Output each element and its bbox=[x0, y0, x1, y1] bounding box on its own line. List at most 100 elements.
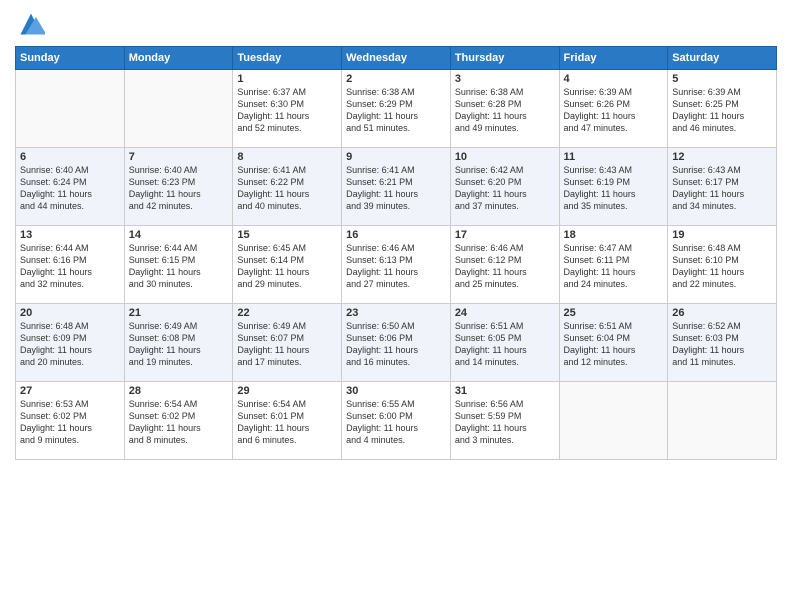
calendar-cell: 5Sunrise: 6:39 AM Sunset: 6:25 PM Daylig… bbox=[668, 70, 777, 148]
calendar-cell: 6Sunrise: 6:40 AM Sunset: 6:24 PM Daylig… bbox=[16, 148, 125, 226]
calendar-cell: 10Sunrise: 6:42 AM Sunset: 6:20 PM Dayli… bbox=[450, 148, 559, 226]
calendar-cell: 19Sunrise: 6:48 AM Sunset: 6:10 PM Dayli… bbox=[668, 226, 777, 304]
calendar-cell: 3Sunrise: 6:38 AM Sunset: 6:28 PM Daylig… bbox=[450, 70, 559, 148]
day-number: 11 bbox=[564, 151, 664, 163]
calendar-cell: 28Sunrise: 6:54 AM Sunset: 6:02 PM Dayli… bbox=[124, 382, 233, 460]
header bbox=[15, 10, 777, 38]
day-number: 10 bbox=[455, 151, 555, 163]
day-number: 6 bbox=[20, 151, 120, 163]
day-number: 5 bbox=[672, 73, 772, 85]
day-number: 12 bbox=[672, 151, 772, 163]
day-info: Sunrise: 6:44 AM Sunset: 6:16 PM Dayligh… bbox=[20, 242, 120, 291]
day-info: Sunrise: 6:52 AM Sunset: 6:03 PM Dayligh… bbox=[672, 320, 772, 369]
day-number: 19 bbox=[672, 229, 772, 241]
day-info: Sunrise: 6:46 AM Sunset: 6:13 PM Dayligh… bbox=[346, 242, 446, 291]
calendar-cell: 9Sunrise: 6:41 AM Sunset: 6:21 PM Daylig… bbox=[342, 148, 451, 226]
calendar-cell: 16Sunrise: 6:46 AM Sunset: 6:13 PM Dayli… bbox=[342, 226, 451, 304]
day-header-wednesday: Wednesday bbox=[342, 47, 451, 70]
day-info: Sunrise: 6:45 AM Sunset: 6:14 PM Dayligh… bbox=[237, 242, 337, 291]
day-number: 8 bbox=[237, 151, 337, 163]
calendar-cell: 11Sunrise: 6:43 AM Sunset: 6:19 PM Dayli… bbox=[559, 148, 668, 226]
day-number: 16 bbox=[346, 229, 446, 241]
day-info: Sunrise: 6:56 AM Sunset: 5:59 PM Dayligh… bbox=[455, 398, 555, 447]
day-info: Sunrise: 6:37 AM Sunset: 6:30 PM Dayligh… bbox=[237, 86, 337, 135]
day-number: 3 bbox=[455, 73, 555, 85]
day-number: 20 bbox=[20, 307, 120, 319]
day-number: 7 bbox=[129, 151, 229, 163]
calendar-cell: 21Sunrise: 6:49 AM Sunset: 6:08 PM Dayli… bbox=[124, 304, 233, 382]
day-info: Sunrise: 6:39 AM Sunset: 6:26 PM Dayligh… bbox=[564, 86, 664, 135]
calendar-week-3: 13Sunrise: 6:44 AM Sunset: 6:16 PM Dayli… bbox=[16, 226, 777, 304]
day-number: 2 bbox=[346, 73, 446, 85]
day-info: Sunrise: 6:38 AM Sunset: 6:29 PM Dayligh… bbox=[346, 86, 446, 135]
calendar-week-5: 27Sunrise: 6:53 AM Sunset: 6:02 PM Dayli… bbox=[16, 382, 777, 460]
day-info: Sunrise: 6:49 AM Sunset: 6:07 PM Dayligh… bbox=[237, 320, 337, 369]
day-info: Sunrise: 6:51 AM Sunset: 6:05 PM Dayligh… bbox=[455, 320, 555, 369]
day-number: 27 bbox=[20, 385, 120, 397]
calendar-cell: 22Sunrise: 6:49 AM Sunset: 6:07 PM Dayli… bbox=[233, 304, 342, 382]
day-info: Sunrise: 6:38 AM Sunset: 6:28 PM Dayligh… bbox=[455, 86, 555, 135]
day-header-monday: Monday bbox=[124, 47, 233, 70]
day-info: Sunrise: 6:49 AM Sunset: 6:08 PM Dayligh… bbox=[129, 320, 229, 369]
logo bbox=[15, 10, 45, 38]
calendar-week-1: 1Sunrise: 6:37 AM Sunset: 6:30 PM Daylig… bbox=[16, 70, 777, 148]
calendar-cell: 12Sunrise: 6:43 AM Sunset: 6:17 PM Dayli… bbox=[668, 148, 777, 226]
calendar-cell: 15Sunrise: 6:45 AM Sunset: 6:14 PM Dayli… bbox=[233, 226, 342, 304]
calendar-cell: 2Sunrise: 6:38 AM Sunset: 6:29 PM Daylig… bbox=[342, 70, 451, 148]
calendar-cell: 14Sunrise: 6:44 AM Sunset: 6:15 PM Dayli… bbox=[124, 226, 233, 304]
day-number: 15 bbox=[237, 229, 337, 241]
day-number: 28 bbox=[129, 385, 229, 397]
day-number: 13 bbox=[20, 229, 120, 241]
calendar-cell: 29Sunrise: 6:54 AM Sunset: 6:01 PM Dayli… bbox=[233, 382, 342, 460]
calendar-cell: 23Sunrise: 6:50 AM Sunset: 6:06 PM Dayli… bbox=[342, 304, 451, 382]
calendar-week-2: 6Sunrise: 6:40 AM Sunset: 6:24 PM Daylig… bbox=[16, 148, 777, 226]
day-number: 22 bbox=[237, 307, 337, 319]
day-info: Sunrise: 6:44 AM Sunset: 6:15 PM Dayligh… bbox=[129, 242, 229, 291]
calendar-cell bbox=[559, 382, 668, 460]
day-number: 26 bbox=[672, 307, 772, 319]
calendar-cell: 18Sunrise: 6:47 AM Sunset: 6:11 PM Dayli… bbox=[559, 226, 668, 304]
page: SundayMondayTuesdayWednesdayThursdayFrid… bbox=[0, 0, 792, 612]
calendar-cell: 8Sunrise: 6:41 AM Sunset: 6:22 PM Daylig… bbox=[233, 148, 342, 226]
day-number: 25 bbox=[564, 307, 664, 319]
day-number: 24 bbox=[455, 307, 555, 319]
calendar-header-row: SundayMondayTuesdayWednesdayThursdayFrid… bbox=[16, 47, 777, 70]
calendar-cell: 17Sunrise: 6:46 AM Sunset: 6:12 PM Dayli… bbox=[450, 226, 559, 304]
day-number: 29 bbox=[237, 385, 337, 397]
calendar-cell bbox=[124, 70, 233, 148]
day-header-thursday: Thursday bbox=[450, 47, 559, 70]
calendar-cell: 7Sunrise: 6:40 AM Sunset: 6:23 PM Daylig… bbox=[124, 148, 233, 226]
calendar-cell: 1Sunrise: 6:37 AM Sunset: 6:30 PM Daylig… bbox=[233, 70, 342, 148]
day-info: Sunrise: 6:55 AM Sunset: 6:00 PM Dayligh… bbox=[346, 398, 446, 447]
calendar-cell: 20Sunrise: 6:48 AM Sunset: 6:09 PM Dayli… bbox=[16, 304, 125, 382]
calendar-week-4: 20Sunrise: 6:48 AM Sunset: 6:09 PM Dayli… bbox=[16, 304, 777, 382]
calendar-cell: 26Sunrise: 6:52 AM Sunset: 6:03 PM Dayli… bbox=[668, 304, 777, 382]
day-number: 14 bbox=[129, 229, 229, 241]
day-header-friday: Friday bbox=[559, 47, 668, 70]
calendar-cell: 13Sunrise: 6:44 AM Sunset: 6:16 PM Dayli… bbox=[16, 226, 125, 304]
day-info: Sunrise: 6:46 AM Sunset: 6:12 PM Dayligh… bbox=[455, 242, 555, 291]
day-info: Sunrise: 6:48 AM Sunset: 6:09 PM Dayligh… bbox=[20, 320, 120, 369]
day-header-tuesday: Tuesday bbox=[233, 47, 342, 70]
day-number: 4 bbox=[564, 73, 664, 85]
calendar-cell: 31Sunrise: 6:56 AM Sunset: 5:59 PM Dayli… bbox=[450, 382, 559, 460]
day-header-sunday: Sunday bbox=[16, 47, 125, 70]
calendar-cell bbox=[668, 382, 777, 460]
day-info: Sunrise: 6:39 AM Sunset: 6:25 PM Dayligh… bbox=[672, 86, 772, 135]
day-info: Sunrise: 6:48 AM Sunset: 6:10 PM Dayligh… bbox=[672, 242, 772, 291]
day-info: Sunrise: 6:50 AM Sunset: 6:06 PM Dayligh… bbox=[346, 320, 446, 369]
calendar-cell: 24Sunrise: 6:51 AM Sunset: 6:05 PM Dayli… bbox=[450, 304, 559, 382]
day-number: 23 bbox=[346, 307, 446, 319]
logo-icon bbox=[17, 10, 45, 38]
day-info: Sunrise: 6:47 AM Sunset: 6:11 PM Dayligh… bbox=[564, 242, 664, 291]
calendar-cell bbox=[16, 70, 125, 148]
day-number: 30 bbox=[346, 385, 446, 397]
day-info: Sunrise: 6:53 AM Sunset: 6:02 PM Dayligh… bbox=[20, 398, 120, 447]
day-info: Sunrise: 6:51 AM Sunset: 6:04 PM Dayligh… bbox=[564, 320, 664, 369]
calendar-cell: 4Sunrise: 6:39 AM Sunset: 6:26 PM Daylig… bbox=[559, 70, 668, 148]
day-number: 9 bbox=[346, 151, 446, 163]
day-info: Sunrise: 6:42 AM Sunset: 6:20 PM Dayligh… bbox=[455, 164, 555, 213]
day-number: 1 bbox=[237, 73, 337, 85]
day-info: Sunrise: 6:41 AM Sunset: 6:22 PM Dayligh… bbox=[237, 164, 337, 213]
day-info: Sunrise: 6:40 AM Sunset: 6:23 PM Dayligh… bbox=[129, 164, 229, 213]
